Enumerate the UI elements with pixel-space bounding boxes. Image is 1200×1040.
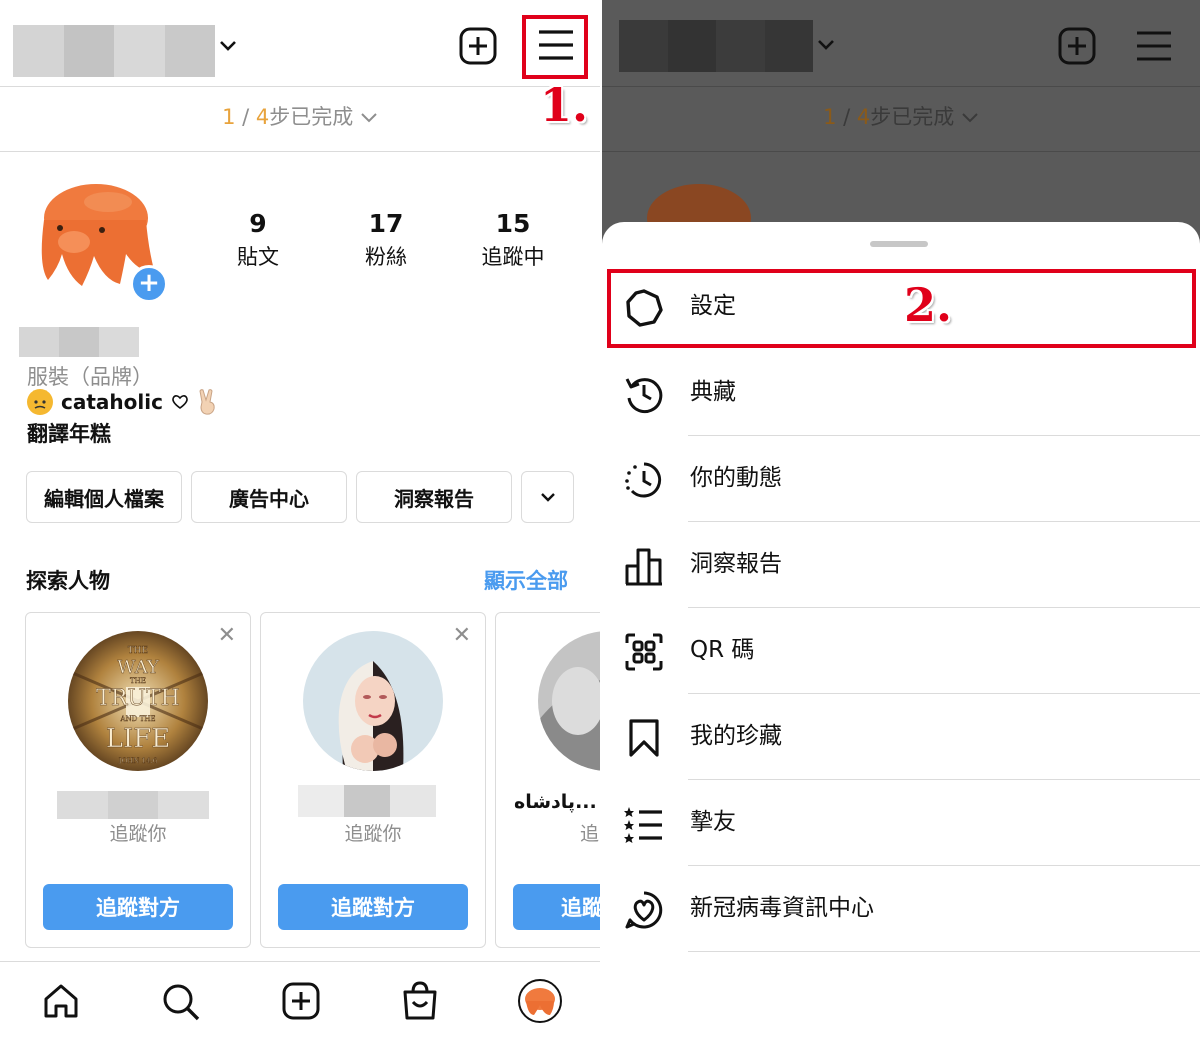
suggested-user-avatar[interactable]: THE WAY THE TRUTH AND THE LIFE JOHN 14:6 <box>68 631 208 771</box>
menu-item-saved[interactable]: 我的珍藏 <box>602 694 1200 780</box>
see-all-link[interactable]: 顯示全部 <box>484 565 568 595</box>
suggested-user-avatar[interactable] <box>538 631 600 771</box>
insights-button[interactable]: 洞察報告 <box>356 471 512 523</box>
qr-code-icon <box>625 633 663 671</box>
follow-back-button[interactable]: 追蹤對方 <box>43 884 233 930</box>
svg-text:LIFE: LIFE <box>106 724 171 754</box>
dismiss-close-icon[interactable]: ✕ <box>453 623 471 648</box>
menu-item-covid-info[interactable]: 新冠病毒資訊中心 <box>602 866 1200 952</box>
highlight-box-menu-button <box>522 15 588 79</box>
new-post-icon <box>1058 27 1096 65</box>
suggested-user-avatar[interactable] <box>303 631 443 771</box>
follows-you-label: 追蹤你 <box>344 823 402 845</box>
svg-text:THE: THE <box>130 677 146 685</box>
suggested-username-blurred <box>57 791 210 819</box>
chevron-down-icon <box>360 111 378 125</box>
new-post-icon[interactable] <box>459 27 497 65</box>
posts-label[interactable]: 貼文 <box>198 241 318 271</box>
bookmark-icon <box>629 719 659 757</box>
profile-tab-avatar[interactable] <box>518 979 562 1023</box>
victory-hand-emoji-icon <box>197 388 219 416</box>
shop-bag-icon[interactable] <box>401 980 439 1022</box>
chevron-down-icon <box>818 40 834 50</box>
svg-text:WAY: WAY <box>117 657 160 678</box>
bio-translate[interactable]: 翻譯年糕 <box>27 418 111 448</box>
menu-item-insights[interactable]: 洞察報告 <box>602 522 1200 608</box>
follows-you-label: 追 <box>580 823 600 845</box>
chevron-down-icon[interactable] <box>218 38 238 54</box>
suggestion-card: پادشاه... 追 追蹤 <box>495 612 600 948</box>
username-blurred <box>619 20 813 72</box>
svg-text:THE: THE <box>128 646 148 656</box>
svg-text:TRUTH: TRUTH <box>96 686 180 711</box>
home-icon[interactable] <box>42 982 80 1020</box>
progress-indicator: 1 / 4步已完成 <box>602 101 1200 131</box>
follow-back-button[interactable]: 追蹤 <box>513 884 600 930</box>
menu-item-your-activity[interactable]: 你的動態 <box>602 436 1200 522</box>
suggestion-card: ✕ 追蹤你 追蹤對方 <box>260 612 486 948</box>
create-post-icon[interactable] <box>282 982 320 1020</box>
suggestion-card: ✕ THE WAY THE TRUTH AND THE LIFE JOHN 14… <box>25 612 251 948</box>
close-friends-list-icon <box>624 807 662 843</box>
more-options-button[interactable] <box>521 471 574 523</box>
chevron-down-icon <box>540 493 555 502</box>
suggested-username-blurred <box>298 785 436 817</box>
profile-screen: 1 / 4步已完成 + 9 貼文 17 粉絲 15 追蹤中 服裝（品牌） cat… <box>0 0 600 1040</box>
activity-clock-icon <box>625 462 662 498</box>
edit-profile-button[interactable]: 編輯個人檔案 <box>26 471 182 523</box>
following-label[interactable]: 追蹤中 <box>453 241 573 271</box>
search-icon[interactable] <box>161 982 201 1022</box>
ad-center-button[interactable]: 廣告中心 <box>191 471 347 523</box>
posts-count[interactable]: 9 <box>198 209 318 238</box>
discover-people-title: 探索人物 <box>26 569 110 593</box>
menu-item-close-friends[interactable]: 摯友 <box>602 780 1200 866</box>
follows-you-label: 追蹤你 <box>109 823 167 845</box>
step-1-annotation: 1. <box>540 78 589 132</box>
menu-item-archive[interactable]: 典藏 <box>602 350 1200 436</box>
svg-text:JOHN 14:6: JOHN 14:6 <box>118 757 158 765</box>
heart-icon <box>171 394 189 410</box>
suggested-username: پادشاه... <box>514 791 597 813</box>
dismiss-close-icon[interactable]: ✕ <box>218 623 236 648</box>
highlight-box-settings <box>607 269 1196 348</box>
menu-sheet-screen: 1 / 4步已完成 設定 典藏 你的動態 洞察報告 QR 碼 我的珍藏 摯友 新… <box>602 0 1200 1040</box>
sheet-drag-handle[interactable] <box>870 241 928 247</box>
step-2-annotation: 2. <box>904 278 953 332</box>
menu-item-qr-code[interactable]: QR 碼 <box>602 608 1200 694</box>
covid-info-heart-icon <box>625 891 663 929</box>
username-blurred[interactable] <box>13 25 215 77</box>
archive-history-icon <box>625 378 663 414</box>
follow-back-button[interactable]: 追蹤對方 <box>278 884 468 930</box>
angry-cat-emoji-icon <box>27 389 53 415</box>
profile-category: 服裝（品牌） <box>27 365 153 389</box>
chevron-down-icon <box>961 111 979 125</box>
progress-indicator[interactable]: 1 / 4步已完成 <box>0 101 600 131</box>
add-story-badge[interactable]: + <box>130 265 168 303</box>
bio-line: cataholic <box>27 388 219 416</box>
followers-count[interactable]: 17 <box>326 209 446 238</box>
hamburger-menu-icon <box>1137 31 1171 61</box>
following-count[interactable]: 15 <box>453 209 573 238</box>
insights-bar-chart-icon <box>625 548 662 586</box>
svg-text:AND THE: AND THE <box>120 715 156 723</box>
followers-label[interactable]: 粉絲 <box>326 241 446 271</box>
display-name-blurred <box>19 327 139 357</box>
